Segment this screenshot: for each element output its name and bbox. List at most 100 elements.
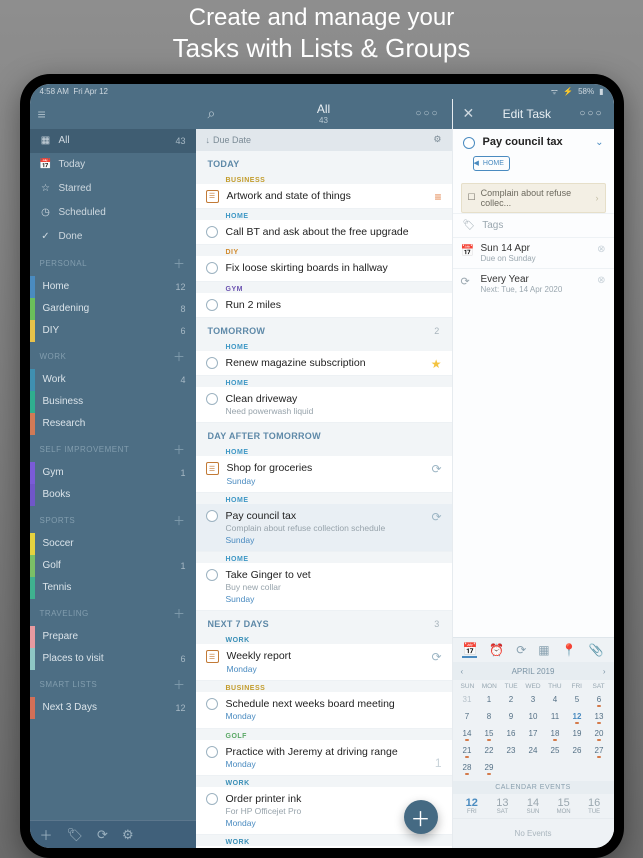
calendar-day[interactable]: 24 [523, 744, 544, 760]
cal-prev-icon[interactable]: ‹ [461, 667, 464, 676]
sidebar-list-item[interactable]: Gardening8 [30, 298, 196, 320]
task-checkbox[interactable] [206, 262, 218, 274]
calendar-day[interactable]: 20 [589, 727, 610, 743]
calendar-day[interactable]: 16 [501, 727, 522, 743]
tool-alarm-tab[interactable]: ⏰ [489, 643, 504, 657]
sidebar-smart-item[interactable]: ☆Starred [30, 177, 196, 201]
tool-attach-tab[interactable]: 📎 [589, 643, 604, 657]
sidebar-smart-item[interactable]: 📅Today [30, 153, 196, 177]
task-row[interactable]: Clean drivewayNeed powerwash liquid [196, 387, 452, 424]
calendar-day[interactable]: 14 [457, 727, 478, 743]
clear-date-icon[interactable]: ⊗ [597, 244, 605, 255]
task-row[interactable]: Schedule next weeks board meetingMonday [196, 692, 452, 729]
calendar-day[interactable]: 3 [523, 693, 544, 709]
task-title-field[interactable]: Pay council tax [483, 136, 588, 148]
add-task-fab[interactable]: ＋ [404, 800, 438, 834]
calendar-day[interactable]: 7 [457, 710, 478, 726]
calendar-day[interactable] [545, 761, 566, 777]
calendar-day[interactable] [523, 761, 544, 777]
task-row[interactable]: ☰Weekly reportMonday⟳ [196, 644, 452, 681]
task-checkbox[interactable] [206, 698, 218, 710]
gear-icon[interactable]: ⚙ [433, 134, 441, 145]
event-day-tab[interactable]: 14SUN [518, 797, 549, 815]
sidebar-smart-item[interactable]: ◷Scheduled [30, 201, 196, 225]
calendar-day[interactable]: 2 [501, 693, 522, 709]
calendar-day[interactable]: 10 [523, 710, 544, 726]
task-row[interactable]: Practice with Jeremy at driving rangeMon… [196, 740, 452, 777]
sidebar-list-item[interactable]: Work4 [30, 369, 196, 391]
sidebar-list-item[interactable]: Gym1 [30, 462, 196, 484]
repeat-row[interactable]: ⟳ Every Year Next: Tue, 14 Apr 2020 ⊗ [453, 268, 614, 299]
calendar-icon[interactable]: ☰ [206, 462, 219, 475]
due-date-row[interactable]: 📅 Sun 14 Apr Due on Sunday ⊗ [453, 237, 614, 268]
calendar-day[interactable]: 13 [589, 710, 610, 726]
sidebar-list-item[interactable]: Business [30, 391, 196, 413]
detail-more-icon[interactable]: ○○○ [579, 108, 603, 119]
calendar-icon[interactable]: ☰ [206, 190, 219, 203]
calendar-day[interactable]: 15 [479, 727, 500, 743]
add-to-section-icon[interactable]: ＋ [173, 255, 186, 272]
task-checkbox[interactable] [206, 393, 218, 405]
sidebar-list-item[interactable]: Next 3 Days12 [30, 697, 196, 719]
task-row[interactable]: Renew magazine subscription★ [196, 351, 452, 376]
task-row[interactable]: ☰Artwork and state of things≡ [196, 184, 452, 209]
sidebar-list-item[interactable]: Books [30, 484, 196, 506]
task-checkbox[interactable] [206, 357, 218, 369]
task-row[interactable]: Call BT and ask about the free upgrade [196, 220, 452, 245]
task-checkbox[interactable] [206, 793, 218, 805]
tag-icon[interactable]: 🏷 [67, 827, 84, 843]
settings-icon[interactable]: ⚙ [122, 827, 134, 843]
tool-list-tab[interactable]: ▦ [538, 643, 549, 657]
calendar-day[interactable] [567, 761, 588, 777]
event-day-tab[interactable]: 12FRI [457, 797, 488, 815]
calendar-day[interactable] [589, 761, 610, 777]
star-icon[interactable]: ★ [431, 357, 442, 371]
list-tag[interactable]: HOME [473, 156, 510, 171]
calendar-day[interactable]: 9 [501, 710, 522, 726]
calendar-day[interactable]: 6 [589, 693, 610, 709]
calendar-day[interactable]: 19 [567, 727, 588, 743]
close-icon[interactable]: ✕ [463, 105, 475, 122]
sidebar-list-item[interactable]: Soccer [30, 533, 196, 555]
tool-repeat-tab[interactable]: ⟳ [516, 643, 526, 657]
tool-calendar-tab[interactable]: 📅 [462, 642, 477, 658]
sidebar-smart-item[interactable]: ✓Done [30, 225, 196, 249]
sync-icon[interactable]: ⟳ [97, 827, 108, 843]
chevron-down-icon[interactable]: ⌄ [595, 137, 603, 148]
calendar-day[interactable]: 31 [457, 693, 478, 709]
task-row[interactable]: Fix loose skirting boards in hallway [196, 256, 452, 281]
calendar-day[interactable]: 22 [479, 744, 500, 760]
task-row[interactable]: Pay council taxComplain about refuse col… [196, 504, 452, 552]
calendar-day[interactable]: 18 [545, 727, 566, 743]
cal-next-icon[interactable]: › [603, 667, 606, 676]
task-checkbox[interactable] [206, 299, 218, 311]
sort-bar[interactable]: ↓Due Date ⚙ [196, 129, 452, 151]
event-day-tab[interactable]: 15MON [548, 797, 579, 815]
tags-row[interactable]: 🏷Tags [453, 213, 614, 237]
subtask-row[interactable]: ☐ Complain about refuse collec... › [461, 183, 606, 213]
complete-checkbox[interactable] [463, 137, 475, 149]
calendar-day[interactable]: 4 [545, 693, 566, 709]
sidebar-list-item[interactable]: Prepare [30, 626, 196, 648]
hamburger-icon[interactable]: ≡ [38, 106, 46, 122]
sidebar-list-item[interactable]: DIY6 [30, 320, 196, 342]
task-checkbox[interactable] [206, 746, 218, 758]
event-day-tab[interactable]: 16TUE [579, 797, 610, 815]
calendar-day[interactable]: 26 [567, 744, 588, 760]
calendar-day[interactable]: 11 [545, 710, 566, 726]
calendar-day[interactable]: 8 [479, 710, 500, 726]
clear-repeat-icon[interactable]: ⊗ [597, 275, 605, 286]
add-to-section-icon[interactable]: ＋ [173, 676, 186, 693]
sidebar-list-item[interactable]: Tennis [30, 577, 196, 599]
calendar-day[interactable]: 25 [545, 744, 566, 760]
calendar-day[interactable]: 5 [567, 693, 588, 709]
calendar-day[interactable]: 23 [501, 744, 522, 760]
calendar-day[interactable]: 21 [457, 744, 478, 760]
task-row[interactable]: Pick up stationary from StaplesGet some … [196, 846, 452, 848]
add-to-section-icon[interactable]: ＋ [173, 512, 186, 529]
calendar-day[interactable]: 27 [589, 744, 610, 760]
calendar-day[interactable]: 29 [479, 761, 500, 777]
task-row[interactable]: Take Ginger to vetBuy new collarSunday [196, 563, 452, 611]
sidebar-list-item[interactable]: Golf1 [30, 555, 196, 577]
task-row[interactable]: Run 2 miles [196, 293, 452, 318]
